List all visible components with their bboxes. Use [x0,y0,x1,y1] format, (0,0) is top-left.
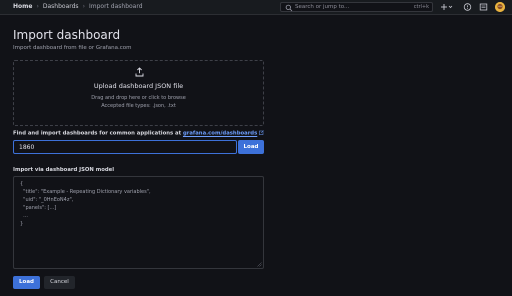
user-avatar[interactable] [495,2,505,12]
breadcrumb-dashboards[interactable]: Dashboards [43,3,79,11]
upload-accepted-types: Accepted file types: .json, .txt [101,103,176,109]
page-subtitle: Import dashboard from file or Grafana.co… [13,45,132,51]
search-icon [285,4,293,12]
top-bar: Home › Dashboards › Import dashboard Search … [0,0,512,15]
breadcrumb-separator: › [82,3,85,10]
search-placeholder: Search or jump to... [295,4,350,10]
grafana-com-label: Find and import dashboards for common ap… [13,130,265,138]
load-button[interactable]: Load [13,276,40,289]
dashboard-id-input[interactable] [13,140,237,154]
breadcrumb-separator: › [36,3,39,10]
cancel-button[interactable]: Cancel [44,276,75,289]
upload-title: Upload dashboard JSON file [93,82,184,90]
load-id-button[interactable]: Load [238,140,264,154]
breadcrumb: Home › Dashboards › Import dashboard [13,3,143,11]
json-model-textarea[interactable]: { "title": "Example - Repeating Dictiona… [13,176,264,269]
json-line: "panels": [...] [20,205,57,211]
search-shortcut: ctrl+k [413,4,429,10]
avatar-icon [495,2,505,12]
json-line: ... [20,213,28,219]
upload-hint: Drag and drop here or click to browse [91,95,186,101]
news-icon[interactable] [479,2,488,12]
grafana-com-label-text: Find and import dashboards for common ap… [13,130,183,137]
json-line: } [20,221,24,227]
json-line: "title": "Example - Repeating Dictionary… [20,189,151,195]
external-link-icon [259,130,265,135]
help-icon[interactable] [463,2,472,12]
search-bar[interactable]: Search or jump to... ctrl+k [280,2,433,12]
breadcrumb-home[interactable]: Home [13,3,32,11]
resize-handle-icon[interactable] [257,262,262,267]
plus-icon[interactable] [440,2,454,12]
breadcrumb-current: Import dashboard [88,3,143,10]
upload-icon [135,67,144,77]
json-line: "uid": "_0HnEoN4z", [20,197,74,203]
page-title: Import dashboard [13,28,121,42]
grafana-com-link[interactable]: grafana.com/dashboards [183,131,257,137]
json-line: { [20,181,24,187]
json-model-label: Import via dashboard JSON model [13,167,115,173]
